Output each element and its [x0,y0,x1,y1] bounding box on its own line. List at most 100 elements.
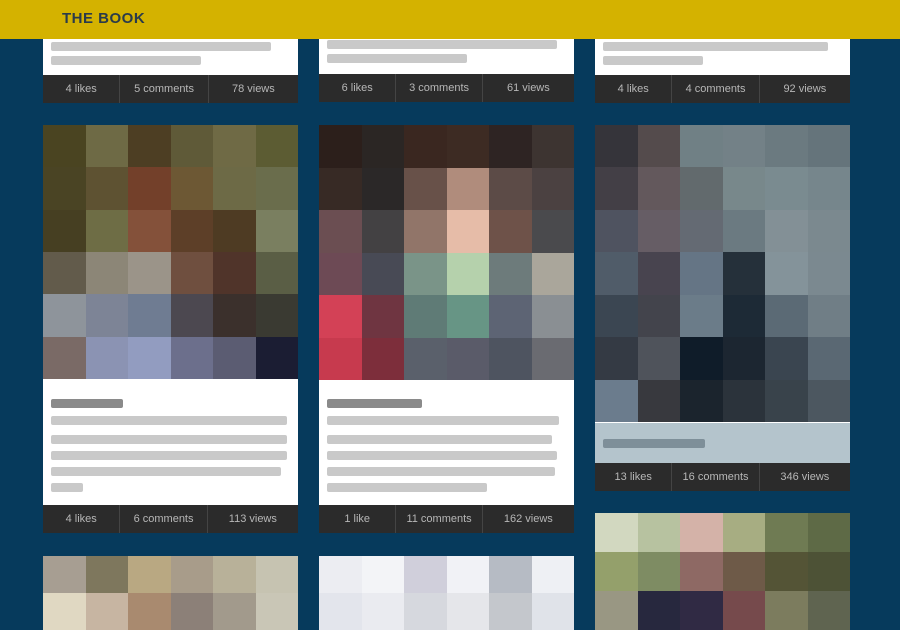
photo-pixel [255,209,298,252]
photo-pixel [595,125,638,168]
photo-pixel [722,379,765,422]
blurred-text-line [51,467,281,476]
comments-count[interactable]: 5 comments [120,75,209,103]
photo-pixel [255,167,298,210]
photo-pixel [361,167,404,210]
photo-pixel [213,251,256,295]
comments-count[interactable]: 4 comments [672,75,760,103]
photo-pixel [43,167,86,210]
photo-pixel [128,251,171,295]
photo-pixel [404,252,447,295]
photo-pixel [170,593,213,630]
photo-pixel [807,252,850,295]
photo-pixel [595,513,638,552]
photo-pixel [43,209,86,252]
photo-pixel [170,167,213,210]
card-stats-bar: 6 likes 3 comments 61 views [319,74,574,102]
photo-pixel [43,336,86,379]
photo-pixel [807,379,850,422]
photo-pixel [531,295,574,338]
photo-pixel [722,513,765,552]
post-photo[interactable] [595,513,850,630]
photo-pixel [595,209,638,253]
photo-pixel [722,167,765,210]
photo-pixel [361,337,404,380]
photo-pixel [213,294,256,337]
photo-pixel [170,294,213,337]
photo-pixel [637,379,680,422]
post-card-6[interactable]: 13 likes 16 comments 346 views [595,125,850,491]
photo-pixel [807,337,850,380]
photo-pixel [319,337,362,380]
likes-count[interactable]: 1 like [319,505,397,533]
post-photo[interactable] [43,556,298,630]
photo-pixel [595,337,638,380]
comments-count[interactable]: 11 comments [396,505,483,533]
photo-pixel [319,295,362,338]
photo-pixel [722,209,765,253]
photo-pixel [213,209,256,252]
comments-count[interactable]: 3 comments [396,74,483,102]
blurred-text-line [51,416,287,425]
photo-pixel [43,556,86,593]
post-card-4[interactable]: 4 likes 6 comments 113 views [43,125,298,533]
post-photo[interactable] [319,125,574,380]
photo-pixel [319,210,362,253]
photo-pixel [637,167,680,210]
photo-pixel [489,167,532,210]
likes-count[interactable]: 4 likes [43,75,121,103]
photo-pixel [531,125,574,168]
likes-count[interactable]: 6 likes [319,74,397,102]
post-card-5[interactable]: 1 like 11 comments 162 views [319,125,574,533]
photo-pixel [531,167,574,210]
post-photo[interactable] [43,125,298,379]
photo-pixel [255,556,298,593]
photo-pixel [807,125,850,168]
photo-pixel [680,337,723,380]
photo-pixel [319,593,362,630]
post-card-7[interactable] [43,556,298,630]
photo-pixel [765,252,808,295]
author-name[interactable] [51,399,123,408]
photo-pixel [85,125,128,168]
post-photo[interactable] [595,125,850,422]
card-stats-bar: 1 like 11 comments 162 views [319,505,574,533]
blurred-text-line [51,483,83,492]
comments-count[interactable]: 16 comments [672,463,760,491]
photo-pixel [128,336,171,379]
post-card-9[interactable] [595,513,850,630]
likes-count[interactable]: 13 likes [595,463,673,491]
photo-pixel [489,295,532,338]
photo-pixel [765,591,808,630]
photo-pixel [361,295,404,338]
photo-pixel [807,209,850,253]
site-logo-title[interactable]: THE BOOK [62,10,145,27]
comments-count[interactable]: 6 comments [120,505,208,533]
photo-pixel [446,252,489,295]
photo-pixel [531,210,574,253]
photo-pixel [404,337,447,380]
blurred-text-line [327,451,557,460]
photo-pixel [43,294,86,337]
card-stats-bar: 4 likes 5 comments 78 views [43,75,298,103]
likes-count[interactable]: 4 likes [595,75,673,103]
photo-pixel [213,336,256,379]
views-count: 61 views [506,82,550,94]
photo-pixel [170,556,213,593]
photo-pixel [680,513,723,552]
author-name[interactable] [603,439,705,448]
blurred-text-line [603,42,828,51]
photo-pixel [213,556,256,593]
likes-count[interactable]: 4 likes [43,505,121,533]
photo-pixel [489,252,532,295]
post-photo[interactable] [319,556,574,630]
post-card-8[interactable] [319,556,574,630]
blurred-text-line [51,56,201,65]
photo-pixel [85,209,128,252]
top-navigation-bar: THE BOOK [0,0,900,39]
author-name[interactable] [327,399,422,408]
photo-pixel [255,125,298,168]
blurred-text-line [327,40,557,49]
photo-pixel [43,593,86,630]
photo-pixel [85,294,128,337]
